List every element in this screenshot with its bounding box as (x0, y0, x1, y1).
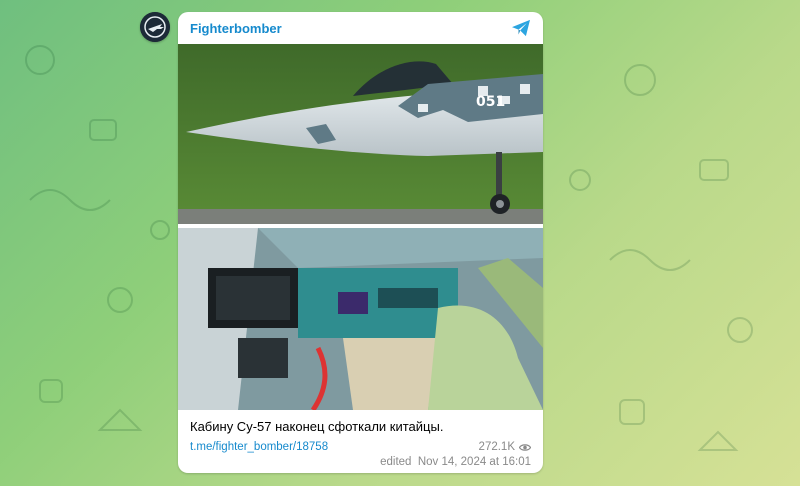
message-card: Fighterbomber 051 Кабину Су-57 наконец с… (178, 12, 543, 473)
edited-timestamp: edited Nov 14, 2024 at 16:01 (178, 453, 543, 468)
view-counter: 272.1K (479, 441, 531, 453)
message-meta: t.me/fighter_bomber/18758 272.1K (178, 434, 543, 453)
post-date: Nov 14, 2024 at 16:01 (417, 456, 531, 468)
message-header: Fighterbomber (178, 12, 543, 44)
channel-name[interactable]: Fighterbomber (190, 21, 282, 36)
message-caption: Кабину Су-57 наконец сфоткали китайцы. (190, 419, 444, 434)
eye-icon (519, 443, 531, 451)
aircraft-marking: 051 (476, 94, 505, 110)
views-count: 272.1K (478, 441, 515, 453)
paper-plane-icon[interactable] (511, 19, 531, 37)
jet-exterior-photo[interactable]: 051 (178, 44, 543, 224)
channel-avatar[interactable] (140, 12, 170, 42)
cockpit-photo[interactable] (178, 228, 543, 410)
post-link[interactable]: t.me/fighter_bomber/18758 (190, 441, 328, 453)
edited-label: edited (380, 456, 412, 468)
